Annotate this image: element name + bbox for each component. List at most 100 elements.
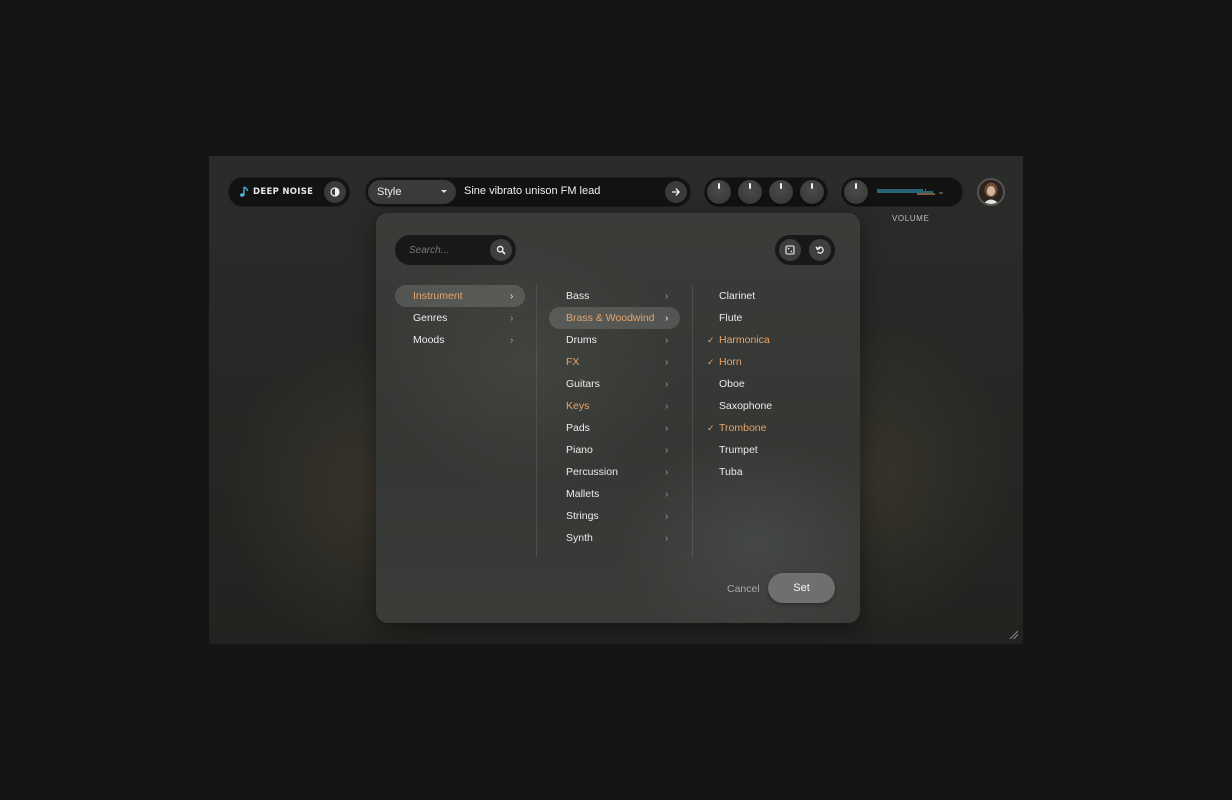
style-dropdown-label: Style <box>377 186 402 198</box>
subcategory-item[interactable]: Percussion › <box>549 461 680 483</box>
instrument-item-label: Horn <box>719 356 742 368</box>
instrument-item[interactable]: ✓ Trombone <box>707 417 817 439</box>
subcategory-item-label: FX <box>566 356 580 368</box>
category-picker-dialog: Instrument›Genres›Moods› Bass›Brass & Wo… <box>376 213 860 623</box>
brand-pill: DEEP NOISE <box>228 177 350 207</box>
chevron-right-icon: › <box>665 290 669 302</box>
instrument-item-label: Harmonica <box>719 334 770 346</box>
prompt-bar: Style Sine vibrato unison FM lead <box>365 177 691 207</box>
chevron-right-icon: › <box>665 466 669 478</box>
subcategory-item[interactable]: Mallets › <box>549 483 680 505</box>
submit-prompt-button[interactable] <box>665 181 687 203</box>
instrument-item-label: Clarinet <box>719 290 756 302</box>
subcategory-item-label: Strings <box>566 510 599 522</box>
user-avatar[interactable] <box>977 178 1005 206</box>
instrument-item-label: Oboe <box>719 378 745 390</box>
chevron-right-icon: › <box>665 356 669 368</box>
avatar-portrait-icon <box>979 180 1003 204</box>
subcategory-item-label: Brass & Woodwind <box>566 312 655 324</box>
contrast-icon <box>330 187 340 197</box>
randomize-button[interactable] <box>779 239 801 261</box>
subcategory-item-label: Drums <box>566 334 597 346</box>
chevron-right-icon: › <box>665 312 669 324</box>
instrument-item[interactable]: ✓Oboe <box>707 373 817 395</box>
knob-2[interactable] <box>738 180 762 204</box>
knob-4[interactable] <box>800 180 824 204</box>
subcategory-item[interactable]: Guitars › <box>549 373 680 395</box>
search-input[interactable] <box>409 242 485 258</box>
subcategory-item-label: Percussion <box>566 466 618 478</box>
instrument-item[interactable]: ✓ Harmonica <box>707 329 817 351</box>
subcategory-item[interactable]: Strings › <box>549 505 680 527</box>
search-button[interactable] <box>490 239 512 261</box>
style-dropdown[interactable]: Style <box>368 180 456 204</box>
subcategory-item[interactable]: Bass › <box>549 285 680 307</box>
set-button[interactable]: Set <box>768 573 835 603</box>
subcategory-item[interactable]: Synth › <box>549 527 680 549</box>
subcategory-item[interactable]: FX › <box>549 351 680 373</box>
subcategory-item-label: Guitars <box>566 378 600 390</box>
chevron-right-icon: › <box>665 488 669 500</box>
check-icon: ✓ <box>707 334 715 345</box>
subcategory-item-label: Bass <box>566 290 590 302</box>
category-item-label: Instrument <box>413 290 463 302</box>
instrument-item[interactable]: ✓Clarinet <box>707 285 817 307</box>
instrument-item[interactable]: ✓ Horn <box>707 351 817 373</box>
subcategory-item-label: Mallets <box>566 488 600 500</box>
volume-knob[interactable] <box>844 180 868 204</box>
chevron-right-icon: › <box>665 378 669 390</box>
subcategory-item[interactable]: Brass & Woodwind › <box>549 307 680 329</box>
subcategory-item[interactable]: Piano › <box>549 439 680 461</box>
reset-button[interactable] <box>809 239 831 261</box>
knob-3[interactable] <box>769 180 793 204</box>
tools-pill <box>775 235 835 265</box>
volume-label: VOLUME <box>892 214 930 223</box>
instrument-item[interactable]: ✓Saxophone <box>707 395 817 417</box>
knobs-panel <box>704 177 828 207</box>
level-meter <box>877 189 943 195</box>
chevron-right-icon: › <box>665 444 669 456</box>
chevron-right-icon: › <box>665 334 669 346</box>
dice-icon <box>785 245 795 255</box>
app-window: DEEP NOISE Style Sine vibrato unison FM … <box>209 156 1023 644</box>
subcategory-item-label: Synth <box>566 532 593 544</box>
volume-panel <box>841 177 963 207</box>
subcategory-item[interactable]: Pads › <box>549 417 680 439</box>
subcategory-item-label: Piano <box>566 444 593 456</box>
category-item[interactable]: Instrument › <box>395 285 525 307</box>
search-box <box>395 235 516 265</box>
category-item[interactable]: Moods › <box>395 329 525 351</box>
chevron-right-icon: › <box>510 312 514 324</box>
subcategory-item[interactable]: Drums › <box>549 329 680 351</box>
category-item[interactable]: Genres › <box>395 307 525 329</box>
column-divider <box>692 285 693 557</box>
chevron-right-icon: › <box>665 532 669 544</box>
instrument-item-label: Saxophone <box>719 400 773 412</box>
subcategory-item-label: Pads <box>566 422 590 434</box>
set-button-label: Set <box>793 582 810 594</box>
arrow-right-icon <box>671 188 680 196</box>
note-logo-icon <box>239 186 249 198</box>
instrument-item[interactable]: ✓Tuba <box>707 461 817 483</box>
subcategory-item-label: Keys <box>566 400 590 412</box>
search-icon <box>496 245 506 255</box>
chevron-right-icon: › <box>665 422 669 434</box>
subcategory-item[interactable]: Keys › <box>549 395 680 417</box>
theme-toggle-button[interactable] <box>324 181 346 203</box>
instrument-item-label: Flute <box>719 312 743 324</box>
reset-icon <box>815 246 824 254</box>
instrument-item-label: Trumpet <box>719 444 758 456</box>
chevron-right-icon: › <box>510 334 514 346</box>
cancel-button[interactable]: Cancel <box>727 583 760 595</box>
category-item-label: Genres <box>413 312 448 324</box>
instrument-item[interactable]: ✓Trumpet <box>707 439 817 461</box>
chevron-right-icon: › <box>665 510 669 522</box>
resize-handle-icon[interactable] <box>1008 629 1018 639</box>
brand-name: DEEP NOISE <box>253 187 314 197</box>
chevron-right-icon: › <box>665 400 669 412</box>
instrument-item-label: Tuba <box>719 466 743 478</box>
knob-1[interactable] <box>707 180 731 204</box>
chevron-right-icon: › <box>510 290 514 302</box>
instrument-item[interactable]: ✓Flute <box>707 307 817 329</box>
prompt-input[interactable]: Sine vibrato unison FM lead <box>464 185 600 197</box>
